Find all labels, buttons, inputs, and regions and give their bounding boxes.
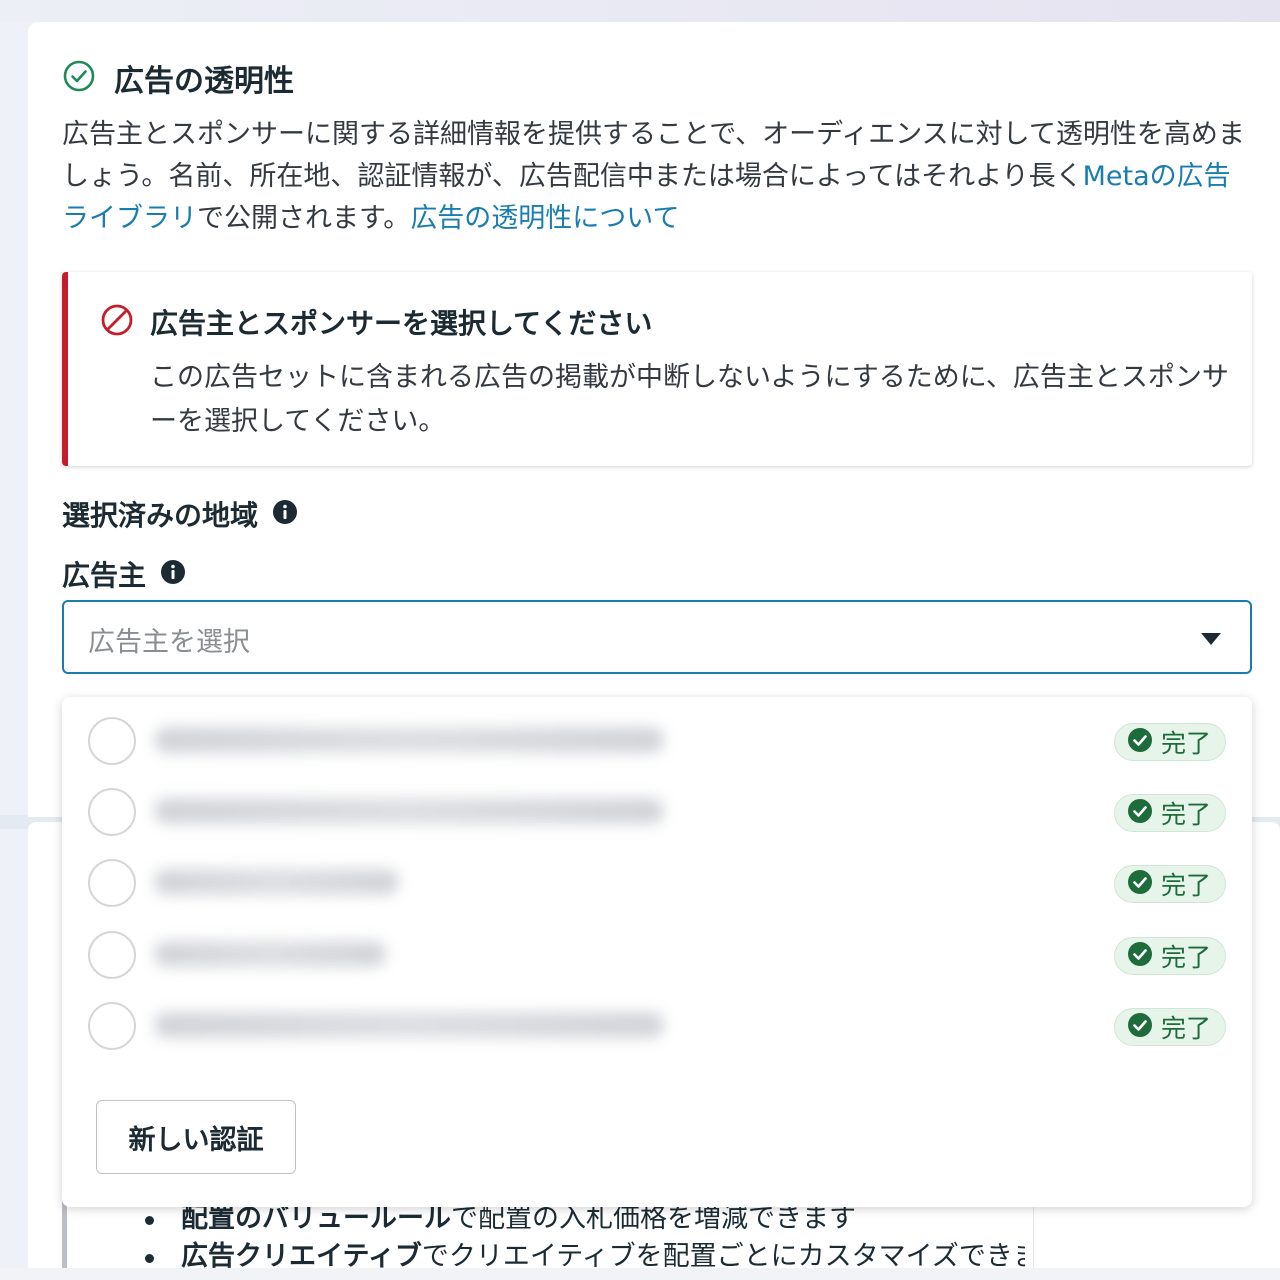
check-circle-filled-icon	[1127, 727, 1153, 757]
status-badge: 完了	[1113, 794, 1226, 832]
list-item-text: で配置の入札価格を増減できます	[451, 1203, 856, 1234]
section-title: 広告の透明性	[114, 64, 294, 99]
status-badge: 完了	[1113, 865, 1226, 903]
advertiser-option[interactable]: 完了	[62, 843, 1252, 913]
status-label: 完了	[1160, 1014, 1211, 1043]
advertiser-select-placeholder: 広告主を選択	[88, 627, 250, 658]
check-circle-filled-icon	[1127, 869, 1153, 899]
redacted-name	[154, 869, 399, 895]
advertiser-option[interactable]: 完了	[62, 772, 1252, 842]
advertiser-label: 広告主	[62, 559, 147, 592]
regions-label: 選択済みの地域	[62, 499, 259, 532]
status-badge: 完了	[1113, 937, 1226, 975]
radio-button[interactable]	[88, 717, 136, 765]
transparency-help-link[interactable]: 広告の透明性について	[410, 203, 679, 234]
radio-button[interactable]	[88, 788, 136, 836]
advertiser-dropdown: 完了 完了 完了 完了 完了 新しい認証	[62, 697, 1252, 1207]
new-authorization-button[interactable]: 新しい認証	[96, 1100, 296, 1174]
section-description: 広告主とスポンサーに関する詳細情報を提供することで、オーディエンスに対して透明性…	[62, 114, 1252, 240]
advertiser-option[interactable]: 完了	[62, 986, 1252, 1056]
error-header: 広告主とスポンサーを選択してください	[100, 302, 652, 342]
status-badge: 完了	[1113, 723, 1226, 761]
radio-button[interactable]	[88, 1002, 136, 1050]
redacted-name	[154, 941, 386, 967]
check-circle-filled-icon	[1127, 798, 1153, 828]
description-text: 広告主とスポンサーに関する詳細情報を提供することで、オーディエンスに対して透明性…	[62, 119, 1245, 192]
status-label: 完了	[1160, 729, 1211, 758]
status-label: 完了	[1160, 943, 1211, 972]
redacted-name	[154, 1012, 664, 1038]
list-item-emphasis[interactable]: 配置のバリュールール	[181, 1203, 451, 1234]
advertiser-select[interactable]: 広告主を選択	[62, 600, 1252, 674]
status-label: 完了	[1160, 800, 1211, 829]
regions-label-row: 選択済みの地域	[62, 494, 298, 534]
error-banner: 広告主とスポンサーを選択してください この広告セットに含まれる広告の掲載が中断し…	[62, 272, 1252, 466]
error-message: この広告セットに含まれる広告の掲載が中断しないようにするために、広告主とスポンサ…	[150, 362, 1229, 437]
radio-button[interactable]	[88, 931, 136, 979]
prohibited-icon	[100, 303, 134, 341]
check-circle-filled-icon	[1127, 1012, 1153, 1042]
redacted-name	[154, 727, 664, 753]
info-icon[interactable]	[272, 499, 298, 529]
check-circle-icon	[62, 59, 96, 97]
status-label: 完了	[1160, 871, 1211, 900]
bottom-edge	[0, 1268, 1280, 1280]
radio-button[interactable]	[88, 859, 136, 907]
feature-list: 配置のバリュールールで配置の入札価格を増減できます 広告クリエイティブでクリエイ…	[145, 1200, 1025, 1274]
check-circle-filled-icon	[1127, 941, 1153, 971]
advertiser-label-row: 広告主	[62, 554, 186, 594]
advertiser-option[interactable]: 完了	[62, 915, 1252, 985]
info-icon[interactable]	[160, 559, 186, 589]
section-header: 広告の透明性	[62, 56, 294, 100]
redacted-name	[154, 798, 664, 824]
advertiser-option[interactable]: 完了	[62, 701, 1252, 771]
error-title: 広告主とスポンサーを選択してください	[150, 307, 653, 340]
status-badge: 完了	[1113, 1008, 1226, 1046]
page-top-bar	[0, 0, 1280, 22]
description-text-2: で公開されます。	[197, 203, 411, 234]
